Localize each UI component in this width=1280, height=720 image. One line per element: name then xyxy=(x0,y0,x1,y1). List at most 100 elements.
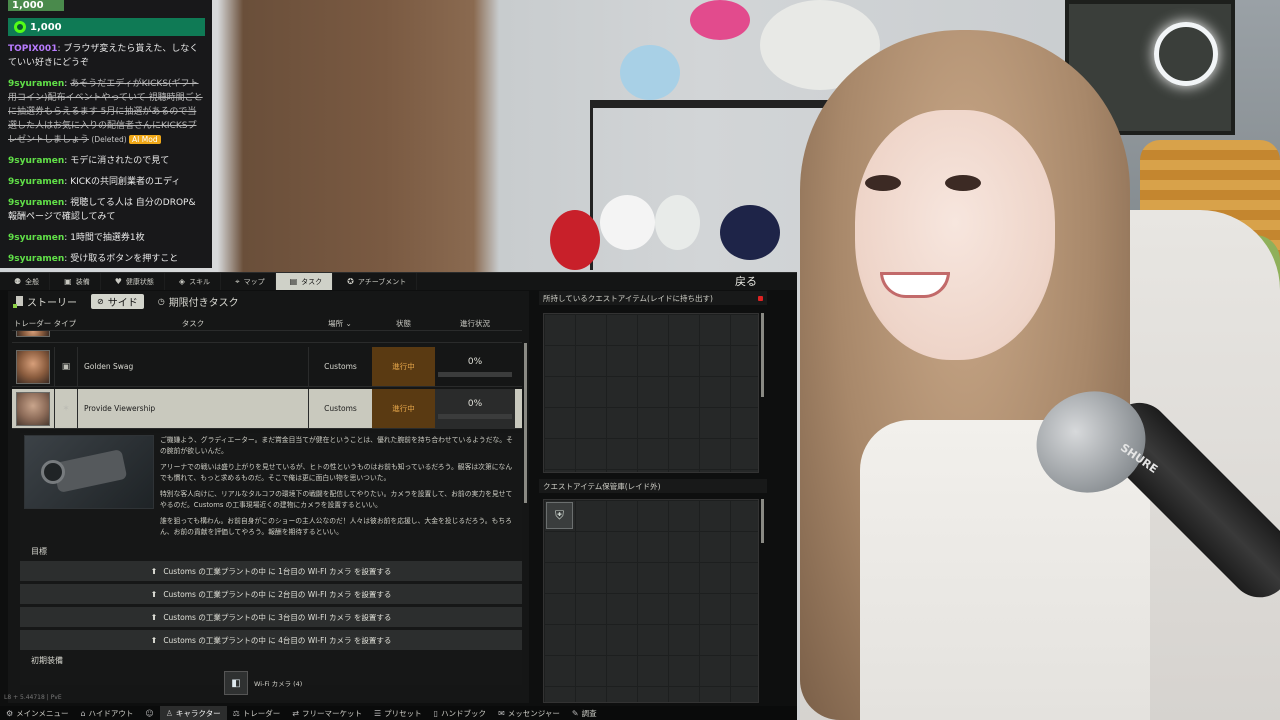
person-icon: ⚉ xyxy=(14,277,22,286)
chat-text: 1時間で抽選券1枚 xyxy=(70,233,145,243)
chat-username[interactable]: 9syuramen xyxy=(8,254,64,264)
wifi-camera-image xyxy=(24,435,154,509)
task-location: Customs xyxy=(308,389,372,428)
objectives-heading: 目標 xyxy=(31,547,47,556)
chat-panel: 1,000 1,000 TOPIX001: ブラウザ変えたら貰えた、しなくていい… xyxy=(0,0,212,268)
task-detail: ご機嫌よう、グラディエーター。まだ賞金目当てが健在ということは、優れた腕前を持ち… xyxy=(20,433,522,695)
shield-badge-icon[interactable]: ⛨ xyxy=(546,502,573,529)
tab-gear-bag[interactable]: ▣ 装備 xyxy=(50,273,101,290)
quest-stash-scrollbar[interactable] xyxy=(761,499,764,543)
task-row-partial[interactable] xyxy=(12,331,522,343)
chat-username[interactable]: 9syuramen xyxy=(8,177,64,187)
task-status: 進行中 xyxy=(372,389,435,428)
quest-stash-title: クエストアイテム保管庫(レイド外) xyxy=(543,481,661,491)
description-paragraph: 特別な客人向けに、リアルなタルコフの環境下の戦闘を配信してやりたい。カメラを設置… xyxy=(160,490,513,509)
deleted-label: (Deleted) xyxy=(89,135,130,144)
subtab-story[interactable]: ストーリー xyxy=(10,294,83,309)
task-category-tabs: ストーリー ⊘ サイド ◷ 期限付きタスク xyxy=(8,291,529,311)
wifi-camera-icon: ◧ xyxy=(224,671,248,695)
handbook-icon: ▯ xyxy=(433,708,439,718)
task-row[interactable]: ▣ Golden Swag Customs 進行中 0% xyxy=(12,347,522,387)
tab-label: タスク xyxy=(301,277,323,286)
bottom-menu-bar: ⚙ メインメニュー ⌂ ハイドアウト ☺ ♙ キャラクター ⚖ トレーダー ⇄ フリーマーケット ☰ プ… xyxy=(0,706,797,720)
col-task[interactable]: タスク xyxy=(78,318,308,329)
bottom-messenger[interactable]: ✉ メッセンジャー xyxy=(492,706,566,720)
hideout-icon: ⌂ xyxy=(80,708,86,718)
survey-icon: ✎ xyxy=(571,708,579,718)
bottom-preset[interactable]: ☰ プリセット xyxy=(368,706,428,720)
trader-portrait-icon xyxy=(16,349,50,384)
bottom-market[interactable]: ⇄ フリーマーケット xyxy=(286,706,368,720)
objective-row[interactable]: ⬆ Customs の工業プラントの中 に 2台目の WI-FI カメラ を設置す… xyxy=(20,584,522,604)
chat-message: 9syuramen: 受け取るボタンを押すこと xyxy=(8,252,204,266)
preset-icon: ☰ xyxy=(373,708,382,718)
subtab-timed[interactable]: ◷ 期限付きタスク xyxy=(152,294,245,309)
task-progress: 0% xyxy=(435,389,515,428)
chat-message: TOPIX001: ブラウザ変えたら貰えた、しなくていい好きにどうぞ xyxy=(8,42,204,70)
description-paragraph: アリーナでの戦いは盛り上がりを見せているが、ヒトの性というものはお前も知っている… xyxy=(160,463,513,482)
col-progress[interactable]: 進行状況 xyxy=(435,318,515,329)
progress-bar xyxy=(438,413,512,419)
tab-map[interactable]: ⌖ マップ xyxy=(221,273,276,290)
messenger-icon: ✉ xyxy=(498,708,505,718)
progress-value: 0% xyxy=(467,398,483,409)
achievement-icon: ✪ xyxy=(347,277,354,286)
gift-progress-top: 1,000 xyxy=(8,0,64,11)
task-progress: 0% xyxy=(435,347,515,386)
tab-label: 健康状態 xyxy=(125,277,154,286)
bottom-label: フリーマーケット xyxy=(301,708,362,718)
chat-username[interactable]: TOPIX001 xyxy=(8,44,57,54)
bottom-character[interactable]: ♙ キャラクター xyxy=(159,706,227,720)
quest-items-grid[interactable] xyxy=(543,313,759,473)
objective-row[interactable]: ⬆ Customs の工業プラントの中 に 4台目の WI-FI カメラ を設置す… xyxy=(20,630,522,650)
chat-username[interactable]: 9syuramen xyxy=(8,233,64,243)
col-status[interactable]: 状態 xyxy=(372,318,435,329)
col-trader-type[interactable]: トレーダー タイプ xyxy=(12,318,78,329)
chat-text: KICKの共同創業者のエディ xyxy=(70,177,181,187)
bottom-trader[interactable]: ⚖ トレーダー xyxy=(227,706,287,720)
tab-health[interactable]: ♥ 健康状態 xyxy=(101,273,165,290)
bottom-label: 調査 xyxy=(581,708,597,718)
description-paragraph: ご機嫌よう、グラディエーター。まだ賞金目当てが健在ということは、優れた腕前を持ち… xyxy=(160,436,513,455)
toy-figure xyxy=(620,45,680,100)
task-row-selected[interactable]: ✶ Provide Viewership Customs 進行中 0% xyxy=(12,389,522,429)
tab-skill[interactable]: ◈ スキル xyxy=(165,273,222,290)
chevron-down-icon: ⌄ xyxy=(345,318,352,328)
tab-task[interactable]: ▤ タスク xyxy=(275,273,334,290)
market-icon: ⇄ xyxy=(292,708,299,718)
objective-text: Customs の工業プラントの中 に 2台目の WI-FI カメラ を設置する xyxy=(163,589,392,599)
kick-coin-icon xyxy=(14,21,26,33)
bottom-label: ハイドアウト xyxy=(88,708,134,718)
chat-username[interactable]: 9syuramen xyxy=(8,156,64,166)
task-list-scrollbar[interactable] xyxy=(524,343,527,503)
tab-label: 装備 xyxy=(75,277,90,286)
chat-username[interactable]: 9syuramen xyxy=(8,79,64,89)
objective-row[interactable]: ⬆ Customs の工業プラントの中 に 3台目の WI-FI カメラ を設置す… xyxy=(20,607,522,627)
chat-message: 9syuramen: モデに消されたので見て xyxy=(8,154,204,168)
toy-figure xyxy=(690,0,750,40)
bottom-survey[interactable]: ✎ 調査 xyxy=(566,706,603,720)
starting-equipment-item[interactable]: ◧ Wi-Fi カメラ (4) xyxy=(224,671,302,695)
tab-achievement[interactable]: ✪ アチーブメント xyxy=(333,273,418,290)
chat-messages: TOPIX001: ブラウザ変えたら貰えた、しなくていい好きにどうぞ 9syura… xyxy=(8,42,204,266)
quest-items-scrollbar[interactable] xyxy=(761,313,764,397)
col-location[interactable]: 場所 ⌄ xyxy=(308,318,372,329)
trader-avatar xyxy=(12,389,54,428)
health-icon: ♥ xyxy=(114,277,122,286)
description-paragraph: 誰を狙っても構わん。お前自身がこのショーの主人公なのだ！人々は彼お前を応援し、大… xyxy=(160,517,512,536)
gift-top-row: 1,000 xyxy=(8,0,204,14)
bottom-mask[interactable]: ☺ xyxy=(139,706,159,720)
quest-stash-grid[interactable]: ⛨ xyxy=(543,499,759,703)
objective-row[interactable]: ⬆ Customs の工業プラントの中 に 1台目の WI-FI カメラ を設置す… xyxy=(20,561,522,581)
back-button[interactable]: 戻る xyxy=(735,273,757,289)
starting-equipment-heading: 初期装備 xyxy=(31,656,63,665)
bottom-hideout[interactable]: ⌂ ハイドアウト xyxy=(74,706,139,720)
subtab-side[interactable]: ⊘ サイド xyxy=(91,293,144,309)
bottom-handbook[interactable]: ▯ ハンドブック xyxy=(428,706,492,720)
chat-text: 受け取るボタンを押すこと xyxy=(70,254,179,264)
toy-figure xyxy=(550,210,600,270)
chat-username[interactable]: 9syuramen xyxy=(8,198,64,208)
gear-bag-icon: ▣ xyxy=(64,277,72,286)
bottom-menu[interactable]: ⚙ メインメニュー xyxy=(0,706,74,720)
tab-person[interactable]: ⚉ 全般 xyxy=(0,273,51,290)
